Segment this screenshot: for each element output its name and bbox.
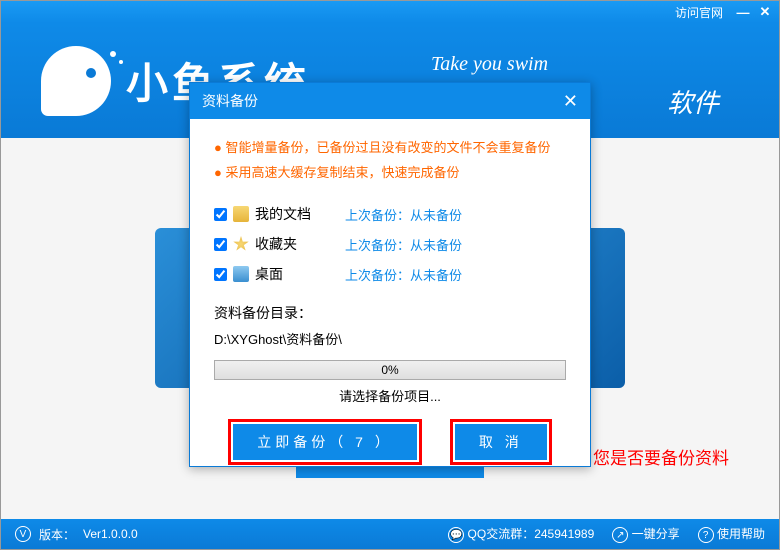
cancel-button[interactable]: 取 消	[455, 424, 547, 460]
star-icon	[233, 236, 249, 252]
help-link[interactable]: ? 使用帮助	[698, 525, 765, 544]
dialog-close-button[interactable]: ✕	[563, 91, 578, 112]
progress-hint: 请选择备份项目...	[214, 386, 566, 405]
close-button[interactable]: ✕	[755, 4, 775, 20]
progress-text: 0%	[381, 363, 398, 377]
item-label: 收藏夹	[255, 234, 345, 254]
item-status[interactable]: 上次备份：从未备份	[345, 265, 462, 284]
qq-value: 245941989	[534, 527, 594, 541]
backup-dir-path: D:\XYGhost\资料备份\	[214, 329, 566, 348]
backup-items: 我的文档 上次备份：从未备份 收藏夹 上次备份：从未备份 桌面 上次备份：从未备…	[214, 199, 566, 289]
titlebar: 访问官网 — ✕	[1, 1, 779, 23]
minimize-button[interactable]: —	[733, 4, 753, 20]
item-label: 我的文档	[255, 204, 345, 224]
app-window: 访问官网 — ✕ 小鱼系统 Take you swim 软件 Win vs xp…	[0, 0, 780, 550]
dialog-titlebar: 资料备份 ✕	[190, 83, 590, 119]
dialog-title-text: 资料备份	[202, 91, 258, 111]
version-icon: V	[15, 526, 31, 542]
version-label: 版本：	[39, 526, 75, 543]
info-bullet-2: 采用高速大缓存复制结束，快速完成备份	[214, 162, 566, 181]
help-label: 使用帮助	[717, 527, 765, 541]
info-bullet-1: 智能增量备份，已备份过且没有改变的文件不会重复备份	[214, 137, 566, 156]
share-label: 一键分享	[632, 527, 680, 541]
backup-dir-label: 资料备份目录：	[214, 303, 566, 323]
progress-bar: 0%	[214, 360, 566, 380]
checkbox-documents[interactable]	[214, 208, 227, 221]
item-row-desktop: 桌面 上次备份：从未备份	[214, 259, 566, 289]
tagline2: 软件	[667, 83, 719, 120]
official-site-link[interactable]: 访问官网	[675, 4, 723, 21]
share-icon: ↗	[612, 527, 628, 543]
item-row-favorites: 收藏夹 上次备份：从未备份	[214, 229, 566, 259]
checkbox-desktop[interactable]	[214, 268, 227, 281]
item-row-documents: 我的文档 上次备份：从未备份	[214, 199, 566, 229]
qq-group[interactable]: 💬 QQ交流群：245941989	[448, 525, 594, 544]
checkbox-favorites[interactable]	[214, 238, 227, 251]
item-label: 桌面	[255, 264, 345, 284]
tagline: Take you swim	[431, 53, 548, 76]
qq-label: QQ交流群：	[468, 527, 535, 541]
footer: V 版本： Ver1.0.0.0 💬 QQ交流群：245941989 ↗ 一键分…	[1, 519, 779, 549]
backup-dialog: 资料备份 ✕ 智能增量备份，已备份过且没有改变的文件不会重复备份 采用高速大缓存…	[189, 82, 591, 467]
help-icon: ?	[698, 527, 714, 543]
version-value: Ver1.0.0.0	[83, 527, 138, 541]
monitor-icon	[233, 266, 249, 282]
share-link[interactable]: ↗ 一键分享	[612, 525, 679, 544]
item-status[interactable]: 上次备份：从未备份	[345, 205, 462, 224]
fish-logo-icon	[41, 46, 111, 116]
annotation-text: 您是否要备份资料	[593, 444, 729, 469]
item-status[interactable]: 上次备份：从未备份	[345, 235, 462, 254]
chat-icon: 💬	[448, 527, 464, 543]
highlight-cancel: 取 消	[450, 419, 552, 465]
backup-now-button[interactable]: 立即备份（ 7 ）	[233, 424, 417, 460]
highlight-backup: 立即备份（ 7 ）	[228, 419, 422, 465]
folder-icon	[233, 206, 249, 222]
